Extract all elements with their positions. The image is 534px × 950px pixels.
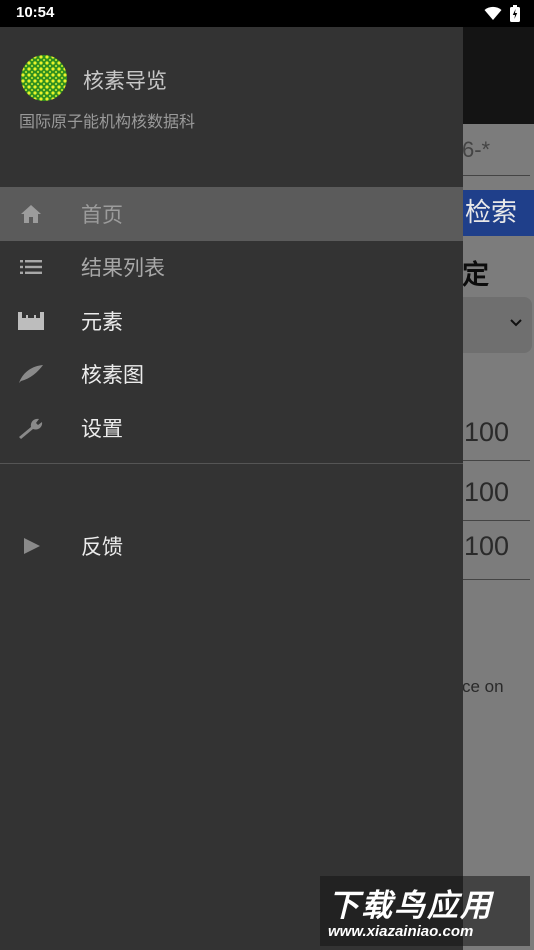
menu-item-label: 元素 — [81, 309, 123, 334]
status-time: 10:54 — [16, 4, 55, 21]
status-bar: 10:54 — [0, 0, 534, 27]
wifi-icon — [484, 6, 502, 20]
menu-item-label: 反馈 — [81, 534, 123, 559]
status-icons — [484, 5, 520, 22]
app-logo-icon — [21, 55, 67, 101]
app-subtitle: 国际原子能机构核数据科 — [19, 112, 196, 131]
background-search-field: 6-* — [462, 137, 491, 162]
background-number-1: 100 — [464, 417, 510, 447]
battery-icon — [510, 5, 520, 22]
field-underline — [462, 175, 530, 176]
background-number-3: 100 — [464, 531, 510, 561]
watermark-title: 下载鸟应用 — [328, 888, 493, 924]
drawer-menu: 首页 结果列表 元素 核素图 设置 — [0, 187, 463, 455]
field-underline — [462, 579, 530, 580]
app-title: 核素导览 — [83, 69, 167, 93]
drawer-divider — [0, 463, 463, 464]
menu-item-label: 设置 — [81, 416, 123, 441]
background-number-2: 100 — [464, 477, 510, 507]
watermark: 下载鸟应用 www.xiazainiao.com — [320, 876, 530, 946]
home-icon — [18, 201, 44, 227]
menu-item-home[interactable]: 首页 — [0, 187, 463, 241]
menu-item-results-list[interactable]: 结果列表 — [0, 241, 463, 295]
drawer-header: 核素导览 国际原子能机构核数据科 — [0, 27, 463, 187]
menu-item-elements[interactable]: 元素 — [0, 294, 463, 348]
background-section-label: 定 — [462, 260, 489, 291]
chevron-down-icon — [510, 319, 522, 327]
field-underline — [462, 520, 530, 521]
menu-item-label: 首页 — [81, 202, 123, 227]
watermark-url: www.xiazainiao.com — [328, 923, 474, 940]
wrench-icon — [18, 415, 44, 441]
navigation-drawer: 核素导览 国际原子能机构核数据科 首页 结果列表 元素 核素图 设置 反馈 — [0, 27, 463, 950]
table-icon — [18, 308, 44, 334]
field-underline — [462, 460, 530, 461]
menu-item-label: 结果列表 — [81, 256, 165, 281]
menu-item-settings[interactable]: 设置 — [0, 401, 463, 455]
list-icon — [18, 254, 44, 280]
menu-item-feedback[interactable]: 反馈 — [0, 519, 463, 572]
leaf-icon — [18, 361, 44, 387]
background-dropdown — [462, 297, 532, 353]
background-search-button: 检索 — [462, 190, 534, 236]
send-icon — [20, 534, 44, 558]
background-trailing-text: ce on — [462, 677, 504, 696]
menu-item-nuclide-chart[interactable]: 核素图 — [0, 348, 463, 402]
menu-item-label: 核素图 — [81, 363, 144, 388]
